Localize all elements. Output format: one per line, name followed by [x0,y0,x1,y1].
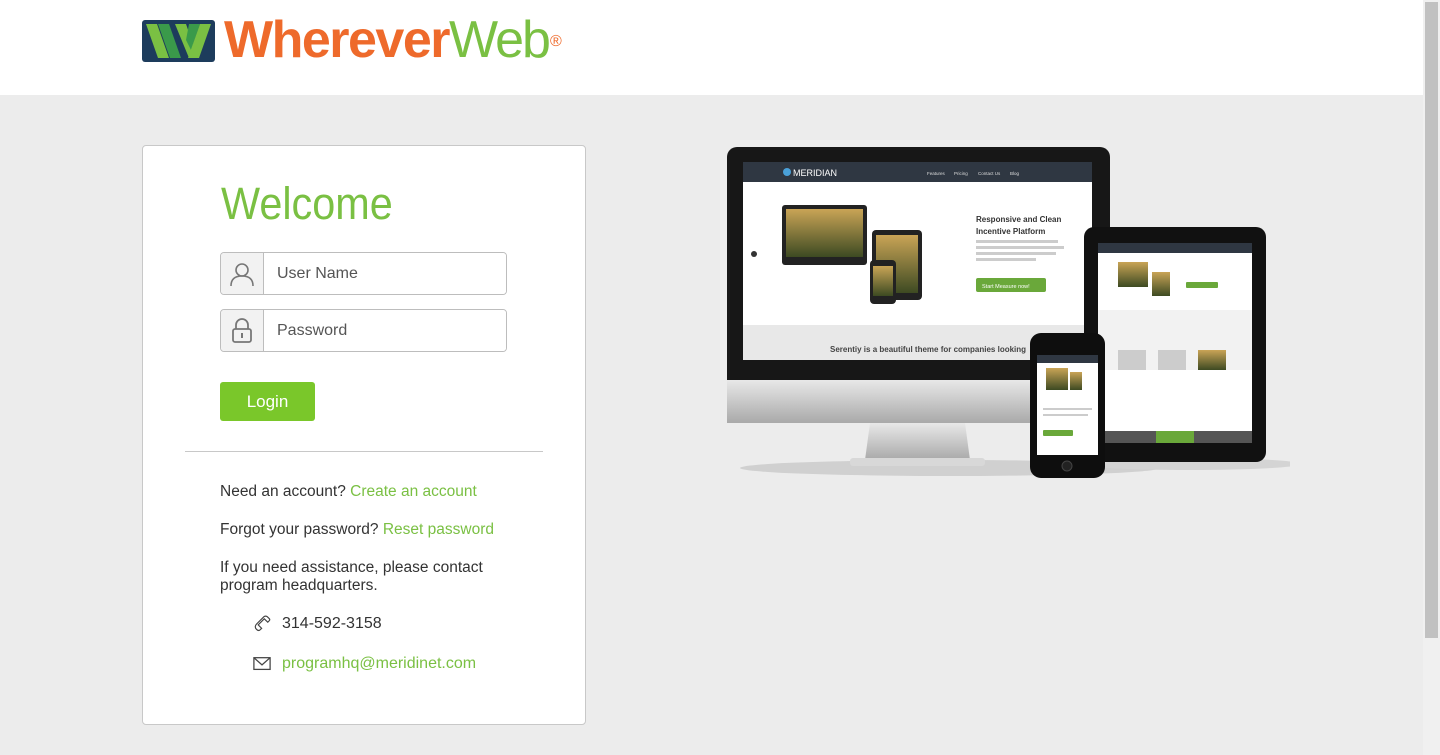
need-account-text: Need an account? [220,483,346,500]
forgot-password-text: Forgot your password? [220,521,379,538]
page-header: WhereverWeb® [0,0,1423,95]
phone-number: 314-592-3158 [282,615,382,632]
lock-icon [221,310,264,351]
logo-wordmark: WhereverWeb® [224,11,562,69]
showcase-cta: Start Measure now! [982,284,1030,290]
showcase-headline-2: Incentive Platform [976,227,1045,236]
showcase-nav-1: Features [927,171,946,176]
user-icon [221,253,264,294]
phone-device [1030,333,1105,478]
vertical-scrollbar[interactable] [1423,0,1440,755]
showcase-site-name: MERIDIAN [793,168,837,178]
forgot-password-line: Forgot your password? Reset password [220,521,494,539]
password-field [220,309,507,352]
envelope-icon [253,657,271,671]
logo-mark-icon [142,20,215,62]
showcase-nav-3: Contact Us [978,171,1001,176]
divider [185,451,543,452]
tablet-device [1084,227,1266,462]
phone-contact: 314-592-3158 [253,615,382,633]
login-button[interactable]: Login [220,382,315,421]
responsive-devices-image: MERIDIAN Features Pricing Contact Us Blo… [727,147,1290,478]
username-field [220,252,507,295]
logo-word-wherever: Wherever [224,11,451,69]
showcase-nav-4: Blog [1010,171,1020,176]
showcase-tagline: Serentiy is a beautiful theme for compan… [830,345,1026,354]
username-input[interactable] [264,253,506,294]
assistance-text: If you need assistance, please contact p… [220,559,483,594]
logo-word-web: Web [449,11,551,69]
registered-mark: ® [549,33,562,50]
login-card: Welcome Login Need an account? Create an… [142,145,586,725]
need-account-line: Need an account? Create an account [220,483,477,501]
showcase-nav-2: Pricing [954,171,968,176]
showcase-headline: Responsive and Clean [976,215,1061,224]
email-contact: programhq@meridinet.com [253,655,476,673]
scrollbar-thumb[interactable] [1425,2,1438,638]
phone-icon [254,615,271,632]
email-link[interactable]: programhq@meridinet.com [282,655,476,673]
reset-password-link[interactable]: Reset password [383,521,494,538]
create-account-link[interactable]: Create an account [350,483,477,500]
welcome-heading: Welcome [221,178,393,229]
wherever-web-logo[interactable]: WhereverWeb® [142,14,562,66]
password-input[interactable] [264,310,506,351]
